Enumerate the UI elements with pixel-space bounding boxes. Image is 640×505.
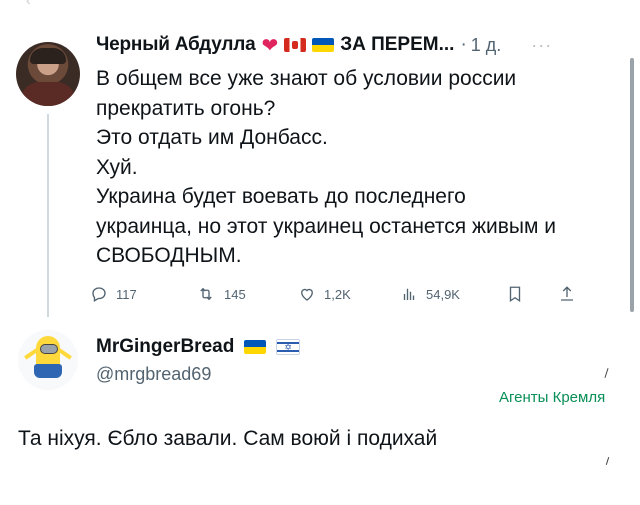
overlay-annotation: Агенты Кремля <box>499 389 606 406</box>
views-icon <box>403 288 415 300</box>
like-icon <box>301 288 313 301</box>
cropped-next-row <box>18 497 618 505</box>
avatar-hat <box>30 48 66 64</box>
share-button[interactable] <box>558 283 576 305</box>
reply-author-avatar[interactable] <box>18 330 78 390</box>
reply-button[interactable]: 117 <box>90 283 137 305</box>
post-text-line: В общем все уже знают об условии россии <box>96 67 517 90</box>
heart-emoji: ❤ <box>261 34 279 57</box>
top-title-cropped: ▔▔▔ <box>292 0 323 8</box>
reply-text: Та ніхуя. Єбло завали. Сам воюй і подиха… <box>18 427 438 450</box>
reply-author-handle[interactable]: @mrgbread69 <box>96 364 211 385</box>
views-count: 54,9K <box>426 286 460 302</box>
post-text-line: СВОБОДНЫМ. <box>96 244 242 267</box>
post-original[interactable]: Черный Абдулла ❤ ЗА ПЕРЕМ... · 1 д. ··· … <box>96 30 626 271</box>
post-header: Черный Абдулла ❤ ЗА ПЕРЕМ... · 1 д. ··· <box>96 30 626 60</box>
share-icon <box>561 286 573 301</box>
flag-canada <box>284 38 307 52</box>
author-name[interactable]: Черный Абдулла <box>96 34 256 56</box>
post-text-line: Украина будет воевать до последнего <box>96 185 466 208</box>
reply-count: 117 <box>116 286 137 302</box>
post-actions: 117 145 1,2K 54,9K <box>90 283 610 305</box>
top-bar-cropped: ‹ ▔▔▔ <box>0 0 640 10</box>
back-arrow-icon[interactable]: ‹ <box>26 0 31 8</box>
bookmark-icon <box>509 286 521 303</box>
more-options-icon[interactable]: ··· <box>531 35 552 56</box>
like-button[interactable]: 1,2K <box>298 283 351 305</box>
post-text-line: Хуй. <box>96 155 138 179</box>
reply-header: MrGingerBread <box>96 334 301 360</box>
post-text-line: прекратить огонь? <box>96 96 276 120</box>
post-time[interactable]: 1 д. <box>471 35 502 56</box>
reply-author-name[interactable]: MrGingerBread <box>96 336 234 358</box>
post-text: В общем все уже знают об условии россии … <box>96 64 626 271</box>
repost-icon <box>200 287 212 301</box>
minion-goggle <box>40 344 58 354</box>
thread-line <box>47 114 49 317</box>
author-name-tail[interactable]: ЗА ПЕРЕМ... <box>340 34 454 56</box>
author-avatar[interactable] <box>16 42 80 106</box>
scrollbar[interactable] <box>630 58 634 312</box>
views-button[interactable]: 54,9K <box>400 283 460 305</box>
minion-overalls <box>34 364 62 378</box>
bookmark-button[interactable] <box>506 283 524 305</box>
reply-icon <box>92 287 106 302</box>
annotation-mark <box>604 368 609 378</box>
like-count: 1,2K <box>324 286 351 302</box>
flag-ukraine <box>312 38 335 52</box>
separator-dot: · <box>460 34 467 55</box>
avatar-arm <box>58 348 72 360</box>
post-text-line: Это отдать им Донбасс. <box>96 126 328 149</box>
repost-count: 145 <box>224 286 246 302</box>
repost-button[interactable]: 145 <box>196 283 246 305</box>
post-text-line: украинца, но этот украинец останется жив… <box>96 214 557 238</box>
flag-israel <box>276 339 301 355</box>
avatar-coat <box>20 82 76 106</box>
flag-ukraine <box>244 340 267 354</box>
annotation-mark <box>605 457 610 465</box>
